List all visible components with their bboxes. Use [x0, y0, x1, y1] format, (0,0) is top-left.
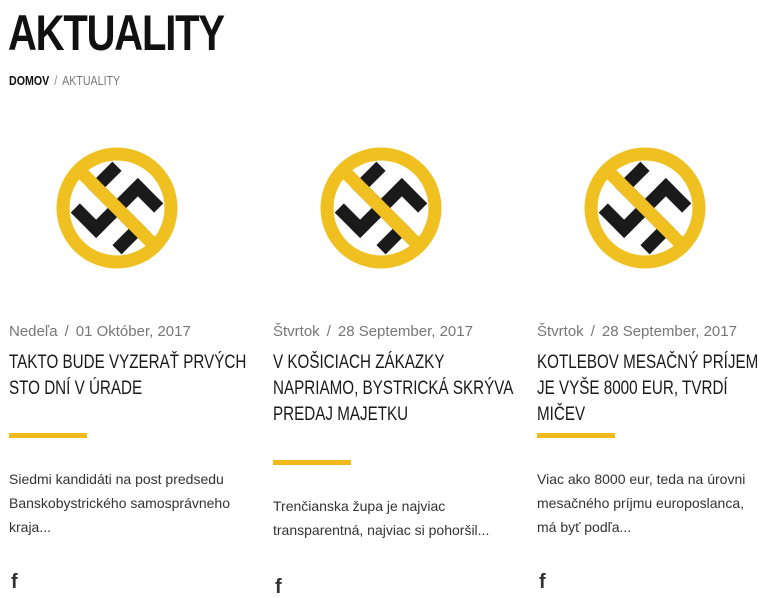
date-separator: /: [326, 323, 331, 340]
accent-bar: [537, 433, 615, 438]
accent-bar: [273, 460, 351, 465]
article-date: Štvrtok / 28 September, 2017: [537, 323, 737, 341]
article-excerpt: Trenčianska župa je najviac transparentn…: [273, 498, 490, 538]
article-day: Nedeľa: [9, 323, 58, 340]
facebook-icon[interactable]: f: [11, 572, 18, 592]
article-title[interactable]: TAKTO BUDE VYZERAŤ PRVÝCH STO DNÍ V ÚRAD…: [9, 350, 249, 402]
article-date: Štvrtok / 28 September, 2017: [273, 323, 473, 341]
article-date-value: 01 Október, 2017: [75, 323, 191, 340]
prohibited-swastika-icon[interactable]: [318, 145, 444, 271]
article-date-value: 28 September, 2017: [337, 323, 473, 340]
facebook-icon[interactable]: f: [539, 572, 546, 592]
article-title[interactable]: V KOŠICIACH ZÁKAZKY NAPRIAMO, BYSTRICKÁ …: [273, 350, 513, 428]
prohibited-swastika-icon[interactable]: [582, 145, 708, 271]
article-card: Nedeľa / 01 Október, 2017 TAKTO BUDE VYZER…: [9, 0, 259, 593]
date-separator: /: [590, 323, 595, 340]
article-excerpt: Viac ako 8000 eur, teda na úrovni mesačn…: [537, 471, 746, 535]
date-separator: /: [64, 323, 69, 340]
article-card: Štvrtok / 28 September, 2017 V KOŠICIACH Z…: [273, 0, 523, 597]
article-day: Štvrtok: [537, 323, 584, 340]
article-date-value: 28 September, 2017: [601, 323, 737, 340]
facebook-icon[interactable]: f: [275, 577, 282, 597]
accent-bar: [9, 433, 87, 438]
article-excerpt: Siedmi kandidáti na post predsedu Bansko…: [9, 471, 231, 535]
article-day: Štvrtok: [273, 323, 320, 340]
article-date: Nedeľa / 01 Október, 2017: [9, 323, 191, 341]
article-card: Štvrtok / 28 September, 2017 KOTLEBOV MESA…: [537, 0, 767, 593]
article-title[interactable]: KOTLEBOV MESAČNÝ PRÍJEM JE VYŠE 8000 EUR…: [537, 350, 767, 428]
prohibited-swastika-icon[interactable]: [54, 145, 180, 271]
